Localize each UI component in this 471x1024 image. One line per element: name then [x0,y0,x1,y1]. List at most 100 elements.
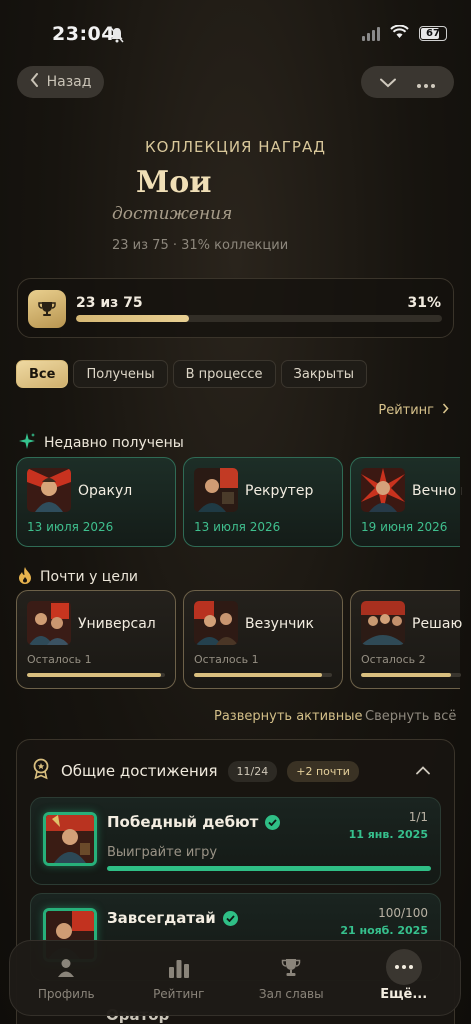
person-icon [57,955,75,981]
back-button[interactable]: Назад [17,66,104,98]
almost-card-name: Решаю [412,616,462,632]
achievement-progress-bar [107,866,431,871]
filter-all[interactable]: Все [16,360,69,388]
tab-hall-of-fame[interactable]: Зал славы [241,955,341,1001]
page-title-sub: достижения [112,204,233,224]
achievement-badge-image [27,468,71,512]
expand-active-button[interactable]: Развернуть активные [214,709,362,724]
tab-rating[interactable]: Рейтинг [129,955,229,1001]
almost-card-name: Везунчик [245,616,314,632]
battery-icon: 67 [419,26,447,41]
progress-percent: 31% [407,295,441,311]
battery-level: 67 [426,28,440,39]
collapse-all-button[interactable]: Свернуть всё [365,709,456,724]
general-achievements-title: Общие достижения [61,762,218,780]
status-time: 23:04 [52,23,115,45]
achievement-badge-image [43,812,97,866]
almost-card-name: Универсал [78,616,156,632]
almost-card[interactable]: Решаю Осталось 2 [350,590,462,689]
filter-received[interactable]: Получены [73,360,168,388]
recent-card-name: Рекрутер [245,483,314,499]
almost-card[interactable]: Универсал Осталось 1 [16,590,176,689]
almost-section-header: Почти у цели [18,566,138,588]
recent-card-name: Вечно в [412,483,462,499]
tab-rating-label: Рейтинг [153,987,205,1001]
achievement-progress: 1/1 [408,810,428,824]
achievement-date: 21 нояб. 2025 [340,924,428,937]
achievement-badge-image [361,601,405,645]
page-title: Мои [136,165,212,200]
bottom-tab-bar: Профиль Рейтинг Зал славы Ещё... [9,940,461,1016]
medal-icon [31,758,51,784]
recent-card-name: Оракул [78,483,133,499]
top-actions [361,66,454,98]
recent-card-date: 13 июля 2026 [194,520,281,534]
achievement-progress: 100/100 [378,906,428,920]
sparkle-icon [18,432,36,454]
general-achievements-header[interactable]: Общие достижения 11/24 +2 почти [31,758,359,784]
almost-card-progress [194,673,332,677]
filter-in-progress[interactable]: В процессе [172,360,276,388]
chevron-down-icon[interactable] [379,73,396,92]
almost-card-remaining: Осталось 1 [194,653,259,666]
achievement-badge-image [194,468,238,512]
recent-card[interactable]: Вечно в 19 июня 2026 [350,457,462,547]
chevron-right-icon [442,403,449,418]
almost-card-remaining: Осталось 2 [361,653,426,666]
back-label: Назад [46,74,92,90]
almost-card-progress [361,673,461,677]
general-almost-badge: +2 почти [287,760,359,782]
filter-tabs: Все Получены В процессе Закрыты [16,360,368,388]
rating-link[interactable]: Рейтинг [378,403,449,418]
almost-card[interactable]: Везунчик Осталось 1 [183,590,343,689]
almost-card-remaining: Осталось 1 [27,653,92,666]
bar-chart-icon [168,955,190,981]
achievement-progress-fill [107,866,431,871]
trophy-icon [281,955,301,981]
achievement-badge-image [361,468,405,512]
almost-card-progress-fill [194,673,323,677]
trophy-icon [28,290,66,328]
more-dots-icon [385,949,422,985]
recent-card-date: 19 июня 2026 [361,520,448,534]
rating-link-label: Рейтинг [378,403,434,418]
achievement-description: Выиграйте игру [107,845,218,860]
achievement-name: Завсегдатай [107,909,216,927]
achievement-item[interactable]: Победный дебют 1/1 11 янв. 2025 Выиграйт… [30,797,441,885]
signal-icon [362,26,380,41]
almost-title: Почти у цели [40,569,138,585]
achievement-date: 11 янв. 2025 [348,828,428,841]
almost-card-progress-fill [27,673,161,677]
tab-more[interactable]: Ещё... [354,949,454,1002]
status-right: 67 [362,24,447,43]
wifi-icon [390,24,409,43]
bell-muted-icon [110,27,124,47]
achievement-badge-image [194,601,238,645]
tab-hall-label: Зал славы [258,987,324,1001]
filter-locked[interactable]: Закрыты [280,360,368,388]
recent-title: Недавно получены [44,435,184,451]
check-icon [265,814,281,830]
achievement-name-row: Завсегдатай [107,909,238,927]
more-dots-icon[interactable] [417,73,436,92]
progress-bar-fill [76,315,190,322]
achievement-name: Победный дебют [107,813,259,831]
collection-summary: 23 из 75 · 31% коллекции [112,238,289,253]
recent-section-header: Недавно получены [18,432,184,454]
flame-icon [18,566,32,588]
tab-profile-label: Профиль [37,987,95,1001]
almost-card-progress-fill [361,673,451,677]
tab-more-label: Ещё... [380,987,428,1002]
chevron-left-icon [30,73,39,91]
general-count-badge: 11/24 [227,760,278,782]
check-icon [222,910,238,926]
progress-bar [76,315,442,322]
achievement-name-row: Победный дебют [107,813,281,831]
achievement-badge-image [27,601,71,645]
chevron-up-icon[interactable] [416,760,430,779]
recent-card[interactable]: Оракул 13 июля 2026 [16,457,176,547]
page-kicker: КОЛЛЕКЦИЯ НАГРАД [145,138,326,156]
progress-count: 23 из 75 [76,295,143,311]
recent-card[interactable]: Рекрутер 13 июля 2026 [183,457,343,547]
tab-profile[interactable]: Профиль [16,955,116,1001]
